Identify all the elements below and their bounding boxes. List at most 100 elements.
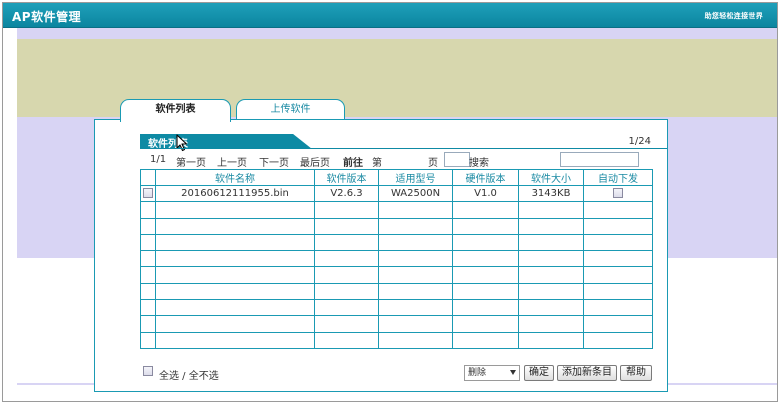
empty-cell (155, 282, 315, 301)
col-header-auto-push: 自动下发 (583, 169, 653, 186)
empty-cell (140, 217, 156, 235)
table-row (140, 266, 653, 284)
section-divider (140, 148, 667, 149)
empty-cell (314, 233, 379, 252)
select-all-checkbox-icon[interactable] (143, 366, 153, 376)
empty-cell (155, 299, 315, 317)
page-number-input[interactable] (444, 152, 470, 167)
empty-cell (155, 315, 315, 333)
empty-cell (314, 282, 379, 301)
empty-cell (518, 299, 584, 317)
empty-cell (452, 299, 519, 317)
empty-cell (583, 233, 653, 252)
empty-cell (452, 331, 519, 349)
tab-upload-software[interactable]: 上传软件 (236, 99, 345, 121)
empty-cell (155, 233, 315, 252)
empty-cell (378, 233, 453, 252)
tab-software-list[interactable]: 软件列表 (120, 99, 231, 122)
empty-cell (583, 266, 653, 284)
empty-cell (518, 331, 584, 349)
title-bar: AP软件管理 助您轻松连接世界 (3, 3, 777, 28)
app-window: AP软件管理 助您轻松连接世界 软件列表 上传软件 软件列表 1/24 1/1 … (2, 2, 778, 402)
empty-cell (452, 201, 519, 219)
empty-cell (518, 250, 584, 268)
empty-cell (518, 233, 584, 252)
row-select-cell[interactable] (140, 184, 156, 203)
pager-next-link[interactable]: 下一页 (259, 154, 289, 169)
pager-first-link[interactable]: 第一页 (176, 154, 206, 169)
row-auto-push-cell[interactable] (583, 184, 653, 203)
col-header-size: 软件大小 (518, 169, 584, 186)
mouse-cursor-icon (176, 134, 188, 152)
help-button[interactable]: 帮助 (620, 365, 652, 381)
empty-cell (314, 217, 379, 235)
empty-cell (140, 233, 156, 252)
row-checkbox-icon[interactable] (143, 188, 153, 199)
empty-cell (140, 201, 156, 219)
empty-cell (314, 266, 379, 284)
empty-cell (155, 266, 315, 284)
table-header-row: 软件名称 软件版本 适用型号 硬件版本 软件大小 自动下发 (140, 169, 653, 186)
table-row (140, 250, 653, 268)
table-row (140, 331, 653, 349)
auto-push-checkbox-icon[interactable] (613, 188, 623, 199)
section-header: 软件列表 (140, 134, 312, 149)
row-sw-version-cell: V2.6.3 (314, 184, 379, 203)
empty-cell (140, 331, 156, 349)
table-row (140, 233, 653, 252)
empty-cell (518, 201, 584, 219)
table-row[interactable]: 20160612111955.bin V2.6.3 WA2500N V1.0 3… (140, 184, 653, 203)
search-input[interactable] (560, 152, 639, 167)
empty-cell (583, 217, 653, 235)
pager-last-link[interactable]: 最后页 (300, 154, 330, 169)
empty-cell (518, 217, 584, 235)
empty-cell (378, 315, 453, 333)
brand-slogan: 助您轻松连接世界 (704, 12, 763, 20)
empty-cell (314, 250, 379, 268)
empty-cell (452, 250, 519, 268)
pager-goto-link[interactable]: 前往 (343, 154, 363, 169)
empty-cell (452, 282, 519, 301)
software-table: 软件名称 软件版本 适用型号 硬件版本 软件大小 自动下发 2016061211… (140, 169, 653, 349)
empty-cell (140, 315, 156, 333)
add-item-button[interactable]: 添加新条目 (557, 365, 617, 381)
empty-cell (518, 266, 584, 284)
empty-cell (583, 282, 653, 301)
empty-cell (155, 201, 315, 219)
ok-button[interactable]: 确定 (524, 365, 554, 381)
select-all-label[interactable]: 全选 / 全不选 (159, 367, 219, 382)
empty-cell (314, 299, 379, 317)
empty-cell (452, 315, 519, 333)
empty-cell (378, 331, 453, 349)
page-count: 1/24 (628, 136, 651, 147)
empty-cell (378, 299, 453, 317)
empty-cell (140, 282, 156, 301)
software-list-panel: 软件列表 1/24 1/1 第一页 上一页 下一页 最后页 前往 第 页 搜索 (94, 119, 668, 392)
empty-cell (314, 331, 379, 349)
empty-cell (583, 250, 653, 268)
pager-current: 1/1 (150, 154, 167, 165)
empty-cell (583, 315, 653, 333)
col-header-hw-version: 硬件版本 (452, 169, 519, 186)
empty-cell (452, 233, 519, 252)
row-size-cell: 3143KB (518, 184, 584, 203)
empty-cell (155, 331, 315, 349)
search-label: 搜索 (469, 158, 489, 169)
empty-cell (140, 250, 156, 268)
col-header-name: 软件名称 (155, 169, 315, 186)
pager-prev-link[interactable]: 上一页 (217, 154, 247, 169)
empty-cell (378, 266, 453, 284)
empty-cell (583, 299, 653, 317)
col-header-sw-version: 软件版本 (314, 169, 379, 186)
empty-cell (452, 266, 519, 284)
col-header-model: 适用型号 (378, 169, 453, 186)
pager-page-prefix: 第 (372, 158, 382, 169)
row-model-cell: WA2500N (378, 184, 453, 203)
col-header-select (140, 169, 156, 186)
empty-cell (140, 266, 156, 284)
table-row (140, 299, 653, 317)
action-select[interactable]: 删除 (464, 365, 520, 381)
empty-cell (155, 250, 315, 268)
row-hw-version-cell: V1.0 (452, 184, 519, 203)
empty-cell (155, 217, 315, 235)
